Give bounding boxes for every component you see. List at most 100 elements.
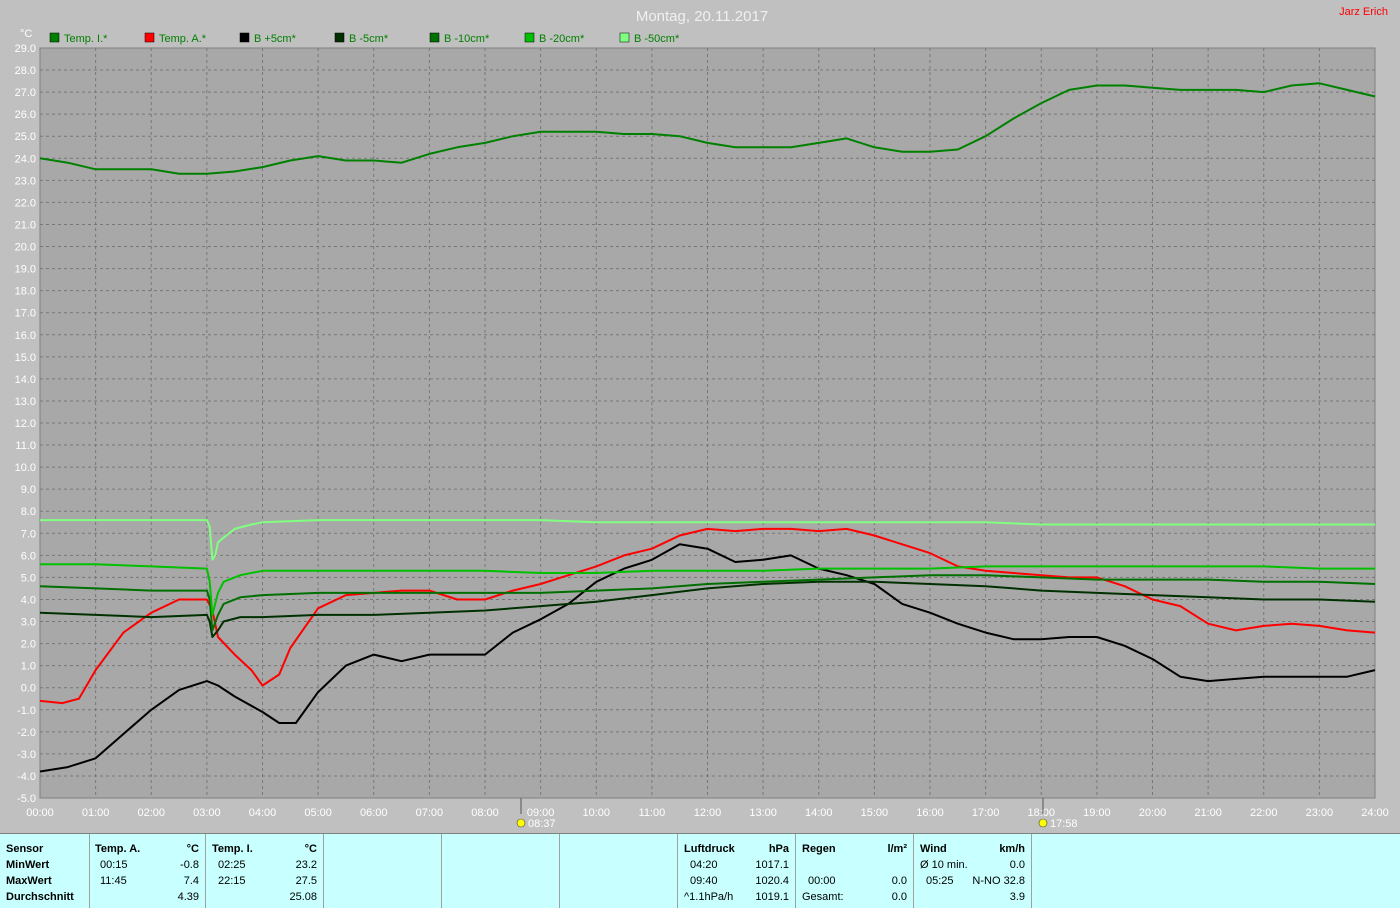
legend-label: B +5cm*: [254, 33, 297, 45]
x-tick-label: 00:00: [26, 807, 54, 819]
legend-swatch: [619, 32, 630, 43]
x-tick-label: 13:00: [749, 807, 777, 819]
x-tick-label: 17:00: [972, 807, 1000, 819]
rain-value: 0.0: [891, 875, 907, 887]
x-tick-label: 15:00: [861, 807, 889, 819]
x-tick-label: 07:00: [416, 807, 444, 819]
y-tick-label: 7.0: [21, 528, 36, 540]
wind-avg-label: Ø 10 min.: [920, 859, 968, 871]
x-tick-label: 02:00: [137, 807, 165, 819]
temperature-chart: Montag, 20.11.2017 °C Temp. I.* Temp. A.*…: [0, 0, 1400, 830]
temp-a-unit: °C: [186, 843, 199, 855]
temp-i-min: 23.2: [295, 859, 317, 871]
user-name: Jarz Erich: [1339, 6, 1388, 18]
temp-a-min-time: 00:15: [100, 859, 128, 871]
temp-a-column: Temp. A. °C 00:15 -0.8 11:45 7.4 4.39: [89, 834, 206, 908]
rain-column: Regen l/m² 00:00 0.0 Gesamt: 0.0: [796, 834, 914, 908]
y-tick-label: 17.0: [15, 308, 36, 320]
wind-r3: 3.9: [1009, 891, 1025, 903]
rain-total-label: Gesamt:: [802, 891, 844, 903]
pressure-column: Luftdruck hPa 04:20 1017.1 09:40 1020.4 ^1.…: [678, 834, 796, 908]
legend-swatch: [334, 32, 345, 43]
pressure-unit: hPa: [768, 843, 789, 855]
y-tick-label: -3.0: [17, 749, 36, 761]
y-tick-label: 26.0: [15, 109, 36, 121]
legend-swatch: [144, 32, 155, 43]
y-tick-label: 19.0: [15, 264, 36, 276]
x-tick-label: 23:00: [1306, 807, 1334, 819]
pressure-min-time: 04:20: [690, 859, 718, 871]
y-tick-label: 4.0: [21, 594, 36, 606]
temp-i-avg: 25.08: [289, 891, 317, 903]
temp-a-avg: 4.39: [177, 891, 199, 903]
wind-unit: km/h: [999, 843, 1025, 855]
y-tick-label: 21.0: [15, 219, 36, 231]
y-tick-label: 9.0: [21, 484, 36, 496]
rain-unit: l/m²: [887, 843, 907, 855]
y-tick-label: 27.0: [15, 87, 36, 99]
empty-column-1: [324, 834, 442, 908]
wind-max: N-NO 32.8: [972, 875, 1025, 887]
rain-header: Regen: [802, 843, 836, 855]
x-tick-label: 12:00: [694, 807, 722, 819]
legend-label: B -20cm*: [539, 33, 585, 45]
y-tick-label: 24.0: [15, 153, 36, 165]
y-tick-label: -1.0: [17, 705, 36, 717]
y-tick-label: 2.0: [21, 639, 36, 651]
temp-i-unit: °C: [304, 843, 317, 855]
x-tick-label: 22:00: [1250, 807, 1278, 819]
y-tick-label: 12.0: [15, 418, 36, 430]
y-tick-label: 6.0: [21, 550, 36, 562]
pressure-current: 1019.1: [755, 891, 789, 903]
legend-label: Temp. I.*: [64, 33, 108, 45]
y-tick-label: 23.0: [15, 175, 36, 187]
x-tick-label: 14:00: [805, 807, 833, 819]
sunset-time: 17:58: [1050, 818, 1078, 830]
temp-i-header: Temp. I.: [212, 843, 253, 855]
x-tick-label: 05:00: [304, 807, 332, 819]
pressure-min: 1017.1: [755, 859, 789, 871]
legend-swatch: [524, 32, 535, 43]
y-tick-label: 8.0: [21, 506, 36, 518]
pressure-header: Luftdruck: [684, 843, 735, 855]
y-tick-label: 14.0: [15, 374, 36, 386]
y-tick-label: 13.0: [15, 396, 36, 408]
x-tick-label: 19:00: [1083, 807, 1111, 819]
temp-a-max-time: 11:45: [100, 875, 127, 887]
y-tick-label: 25.0: [15, 131, 36, 143]
sensor-header: Sensor: [6, 843, 44, 855]
legend-swatch: [429, 32, 440, 43]
wind-avg: 0.0: [1009, 859, 1025, 871]
chart-title: Montag, 20.11.2017: [636, 8, 768, 25]
temp-i-max: 27.5: [295, 875, 317, 887]
wind-column: Wind km/h Ø 10 min. 0.0 05:25 N-NO 32.8 3.9: [914, 834, 1032, 908]
y-tick-label: 18.0: [15, 286, 36, 298]
x-tick-label: 10:00: [582, 807, 610, 819]
y-tick-label: 0.0: [21, 683, 36, 695]
x-tick-label: 16:00: [916, 807, 944, 819]
sunrise-time: 08:37: [528, 818, 556, 830]
y-tick-label: 15.0: [15, 352, 36, 364]
temp-a-min: -0.8: [180, 859, 199, 871]
x-tick-label: 21:00: [1194, 807, 1222, 819]
temp-a-max: 7.4: [183, 875, 199, 887]
y-tick-label: -2.0: [17, 727, 36, 739]
pressure-trend: ^1.1hPa/h: [684, 891, 734, 903]
sensor-column: Sensor MinWert MaxWert Durchschnitt: [0, 834, 90, 908]
temp-a-header: Temp. A.: [95, 843, 141, 855]
legend-swatch: [239, 32, 250, 43]
sunset-icon: [1038, 818, 1048, 828]
wind-header: Wind: [920, 843, 947, 855]
rain-time: 00:00: [808, 875, 836, 887]
stats-panel: Sensor MinWert MaxWert Durchschnitt Temp…: [0, 833, 1400, 908]
y-tick-label: 5.0: [21, 572, 36, 584]
temp-i-min-time: 02:25: [218, 859, 246, 871]
durchschnitt-label: Durchschnitt: [6, 891, 74, 903]
x-tick-label: 24:00: [1361, 807, 1389, 819]
temp-i-max-time: 22:15: [218, 875, 246, 887]
y-tick-label: 3.0: [21, 617, 36, 629]
pressure-max-time: 09:40: [690, 875, 718, 887]
pressure-max: 1020.4: [755, 875, 789, 887]
x-tick-label: 01:00: [82, 807, 110, 819]
x-tick-label: 08:00: [471, 807, 499, 819]
